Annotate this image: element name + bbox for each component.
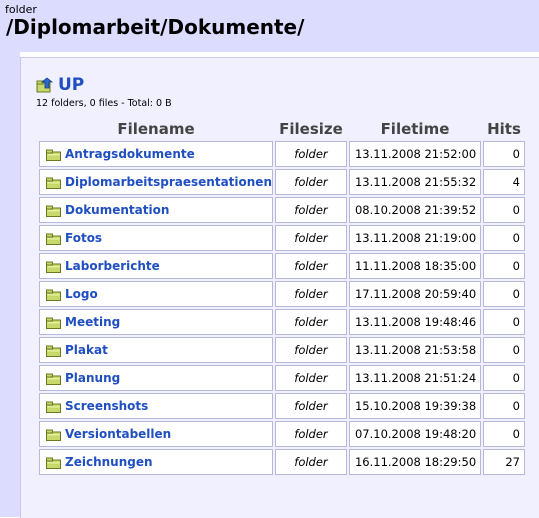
cell-hits: 4 <box>482 169 525 195</box>
folder-link[interactable]: Logo <box>65 287 98 301</box>
folder-icon <box>46 149 61 161</box>
folder-icon <box>46 261 61 273</box>
cell-hits: 0 <box>482 281 525 307</box>
cell-filetime: 13.11.2008 19:48:46 <box>348 309 481 335</box>
cell-filename: Zeichnungen <box>39 449 273 475</box>
cell-filesize: folder <box>274 365 347 391</box>
folder-icon <box>46 401 61 413</box>
cell-filetime: 07.10.2008 19:48:20 <box>348 421 481 447</box>
folder-link[interactable]: Laborberichte <box>65 259 160 273</box>
column-header-filename[interactable]: Filename <box>39 119 273 139</box>
folder-icon <box>46 317 61 329</box>
cell-filetime: 13.11.2008 21:19:00 <box>348 225 481 251</box>
cell-filetime: 13.11.2008 21:55:32 <box>348 169 481 195</box>
file-table: Filename Filesize Filetime Hits Antragsd… <box>37 117 527 477</box>
cell-hits: 0 <box>482 365 525 391</box>
cell-filesize: folder <box>274 225 347 251</box>
cell-filename: Meeting <box>39 309 273 335</box>
cell-filename: Laborberichte <box>39 253 273 279</box>
cell-filename: Diplomarbeitspraesentationen <box>39 169 273 195</box>
cell-hits: 0 <box>482 421 525 447</box>
folder-link[interactable]: Meeting <box>65 315 120 329</box>
cell-hits: 0 <box>482 141 525 167</box>
cell-filetime: 16.11.2008 18:29:50 <box>348 449 481 475</box>
column-header-filetime[interactable]: Filetime <box>349 119 481 139</box>
table-row: Laborberichte folder 11.11.2008 18:35:00 0 <box>39 253 525 279</box>
table-row: Meeting folder 13.11.2008 19:48:46 0 <box>39 309 525 335</box>
cell-hits: 0 <box>482 225 525 251</box>
table-header-row: Filename Filesize Filetime Hits <box>39 119 525 139</box>
table-row: Plakat folder 13.11.2008 21:53:58 0 <box>39 337 525 363</box>
folder-link[interactable]: Dokumentation <box>65 203 169 217</box>
cell-filename: Planung <box>39 365 273 391</box>
cell-hits: 0 <box>482 197 525 223</box>
cell-filename: Fotos <box>39 225 273 251</box>
cell-filetime: 15.10.2008 19:39:38 <box>348 393 481 419</box>
cell-filesize: folder <box>274 169 347 195</box>
folder-link[interactable]: Planung <box>65 371 120 385</box>
cell-filesize: folder <box>274 197 347 223</box>
folder-link[interactable]: Screenshots <box>65 399 148 413</box>
folder-icon <box>46 289 61 301</box>
cell-hits: 0 <box>482 337 525 363</box>
cell-filesize: folder <box>274 393 347 419</box>
table-row: Antragsdokumente folder 13.11.2008 21:52:0… <box>39 141 525 167</box>
folder-icon <box>46 429 61 441</box>
left-border-strip <box>0 52 20 517</box>
cell-filesize: folder <box>274 337 347 363</box>
folder-icon <box>46 205 61 217</box>
cell-filetime: 17.11.2008 20:59:40 <box>348 281 481 307</box>
folder-link[interactable]: Plakat <box>65 343 108 357</box>
folder-link[interactable]: Fotos <box>65 231 102 245</box>
cell-filename: Dokumentation <box>39 197 273 223</box>
cell-filename: Screenshots <box>39 393 273 419</box>
folder-link[interactable]: Antragsdokumente <box>65 147 195 161</box>
cell-filesize: folder <box>274 309 347 335</box>
cell-filesize: folder <box>274 421 347 447</box>
up-label: UP <box>58 75 85 95</box>
table-row: Logo folder 17.11.2008 20:59:40 0 <box>39 281 525 307</box>
cell-filesize: folder <box>274 253 347 279</box>
folder-icon <box>46 177 61 189</box>
table-row: Dokumentation folder 08.10.2008 21:39:52 0 <box>39 197 525 223</box>
cell-hits: 27 <box>482 449 525 475</box>
folder-icon <box>46 233 61 245</box>
cell-filetime: 08.10.2008 21:39:52 <box>348 197 481 223</box>
cell-filesize: folder <box>274 449 347 475</box>
up-link[interactable]: UP <box>36 74 84 96</box>
cell-filename: Versiontabellen <box>39 421 273 447</box>
cell-filetime: 13.11.2008 21:52:00 <box>348 141 481 167</box>
cell-hits: 0 <box>482 309 525 335</box>
folder-link[interactable]: Diplomarbeitspraesentationen <box>65 175 272 189</box>
table-row: Screenshots folder 15.10.2008 19:39:38 0 <box>39 393 525 419</box>
cell-filetime: 13.11.2008 21:53:58 <box>348 337 481 363</box>
current-path: /Diplomarbeit/Dokumente/ <box>6 15 305 39</box>
cell-filesize: folder <box>274 281 347 307</box>
up-arrow-folder-icon <box>36 77 54 93</box>
folder-icon <box>46 373 61 385</box>
column-header-filesize[interactable]: Filesize <box>275 119 347 139</box>
folder-icon <box>46 457 61 469</box>
table-row: Versiontabellen folder 07.10.2008 19:48:20… <box>39 421 525 447</box>
table-row: Fotos folder 13.11.2008 21:19:00 0 <box>39 225 525 251</box>
table-row: Zeichnungen folder 16.11.2008 18:29:50 27 <box>39 449 525 475</box>
cell-filetime: 11.11.2008 18:35:00 <box>348 253 481 279</box>
cell-filesize: folder <box>274 141 347 167</box>
column-header-hits[interactable]: Hits <box>483 119 525 139</box>
folder-icon <box>46 345 61 357</box>
folder-link[interactable]: Zeichnungen <box>65 455 153 469</box>
cell-filename: Plakat <box>39 337 273 363</box>
cell-hits: 0 <box>482 393 525 419</box>
folder-link[interactable]: Versiontabellen <box>65 427 171 441</box>
file-listing-panel: UP 12 folders, 0 files - Total: 0 B File… <box>20 57 539 518</box>
cell-filename: Antragsdokumente <box>39 141 273 167</box>
cell-filename: Logo <box>39 281 273 307</box>
table-row: Diplomarbeitspraesentationen folder 13.11.… <box>39 169 525 195</box>
cell-hits: 0 <box>482 253 525 279</box>
header-bar: folder /Diplomarbeit/Dokumente/ <box>0 0 539 52</box>
cell-filetime: 13.11.2008 21:51:24 <box>348 365 481 391</box>
folder-summary: 12 folders, 0 files - Total: 0 B <box>36 98 172 109</box>
table-row: Planung folder 13.11.2008 21:51:24 0 <box>39 365 525 391</box>
